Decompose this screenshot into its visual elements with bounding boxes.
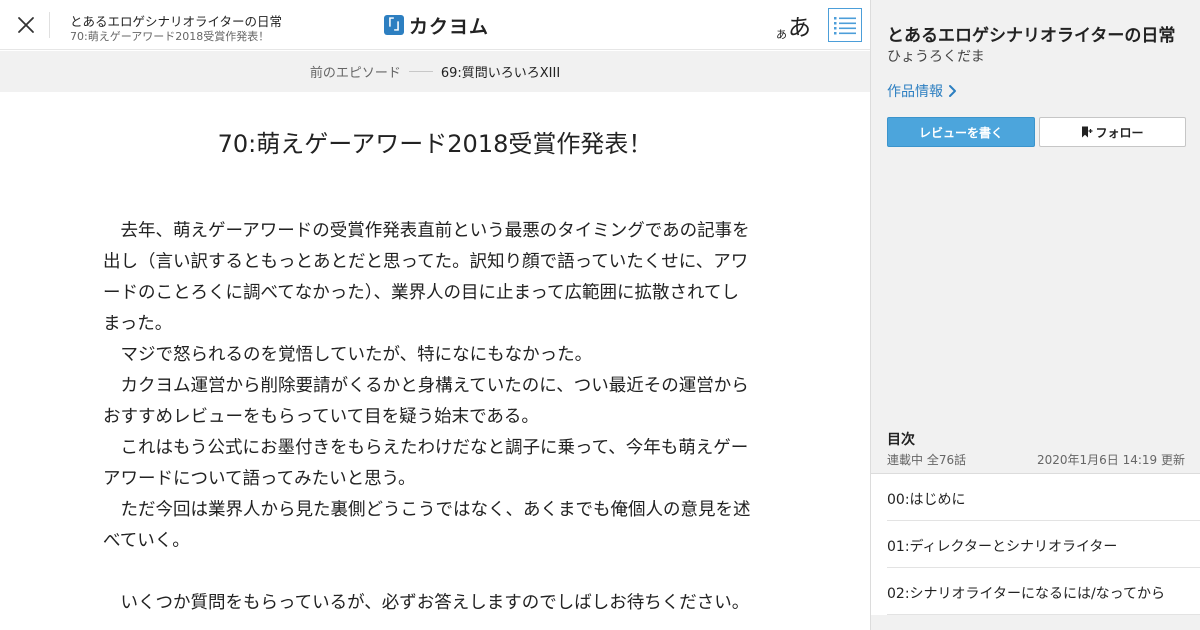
- episode-nav: 前のエピソード 69:質問いろいろXIII: [0, 51, 870, 92]
- font-size-small-glyph: あ: [776, 28, 787, 41]
- toc-list-icon: [834, 17, 856, 35]
- toc-list: 00:はじめに 01:ディレクターとシナリオライター 02:シナリオライターにな…: [871, 473, 1200, 615]
- body-paragraph: これはもう公式にお墨付きをもらえたわけだなと調子に乗って、今年も萌えゲーアワード…: [103, 438, 749, 489]
- toc-toggle-button[interactable]: [828, 8, 862, 42]
- reader-page: とあるエロゲシナリオライターの日常 70:萌えゲーアワード2018受賞作発表！ …: [0, 0, 1200, 630]
- sidebar-work-title[interactable]: とあるエロゲシナリオライターの日常: [887, 21, 1175, 46]
- body-paragraph: カクヨム運営から削除要請がくるかと身構えていたのに、つい最近その運営からおすすめ…: [103, 376, 749, 427]
- prev-episode-link[interactable]: 69:質問いろいろXIII: [441, 62, 560, 81]
- font-size-large-glyph: あ: [788, 15, 811, 41]
- body-paragraph: マジで怒られるのを覚悟していたが、特になにもなかった。: [120, 345, 593, 365]
- sidebar-author[interactable]: ひょうろくだま: [887, 46, 985, 66]
- font-size-button[interactable]: あ あ: [776, 8, 811, 41]
- follow-label: フォロー: [1095, 125, 1144, 140]
- header-divider: [49, 12, 50, 38]
- follow-button[interactable]: フォロー: [1039, 117, 1186, 147]
- chevron-right-icon: [949, 85, 956, 97]
- nav-divider-line: [408, 71, 433, 72]
- body-paragraph: 去年、萌えゲーアワードの受賞作発表直前という最悪のタイミングであの記事を出し（言…: [103, 221, 750, 334]
- write-review-label: レビューを書く: [918, 125, 1003, 140]
- toc-heading: 目次: [887, 432, 915, 448]
- bookmark-plus-icon: [1082, 126, 1093, 138]
- close-button[interactable]: [12, 11, 40, 39]
- close-icon: [18, 17, 34, 33]
- work-sidebar: とあるエロゲシナリオライターの日常 ひょうろくだま 作品情報 レビューを書く フ…: [870, 0, 1200, 630]
- toc-item[interactable]: 02:シナリオライターになるには/なってから: [887, 568, 1200, 615]
- body-paragraph: いくつか質問をもらっているが、必ずお答えしますのでしばしお待ちください。: [120, 593, 750, 613]
- toc-item[interactable]: 00:はじめに: [887, 474, 1200, 521]
- prev-episode-label[interactable]: 前のエピソード: [310, 62, 401, 81]
- logo-text: カクヨム: [409, 15, 490, 38]
- header-episode-title: 70:萌えゲーアワード2018受賞作発表！: [70, 30, 270, 43]
- episode-body: 去年、萌えゲーアワードの受賞作発表直前という最悪のタイミングであの記事を出し（言…: [103, 216, 755, 619]
- work-info-link[interactable]: 作品情報: [887, 81, 957, 101]
- episode-title: 70:萌えゲーアワード2018受賞作発表！: [217, 130, 653, 158]
- toc-item[interactable]: 01:ディレクターとシナリオライター: [887, 521, 1200, 568]
- body-paragraph-blank: [103, 557, 755, 588]
- write-review-button[interactable]: レビューを書く: [887, 117, 1035, 147]
- logo-mark: 「」: [381, 15, 407, 35]
- toc-updated: 2020年1月6日 14:19 更新: [1036, 453, 1185, 467]
- body-paragraph: ただ今回は業界人から見た裏側どうこうではなく、あくまでも俺個人の意見を述べていく…: [103, 500, 751, 551]
- kakuyomu-logo[interactable]: 「」 カクヨム: [381, 13, 490, 38]
- toc-status: 連載中 全76話: [887, 453, 967, 467]
- work-info-label: 作品情報: [887, 84, 943, 100]
- reader-header: とあるエロゲシナリオライターの日常 70:萌えゲーアワード2018受賞作発表！ …: [0, 0, 870, 50]
